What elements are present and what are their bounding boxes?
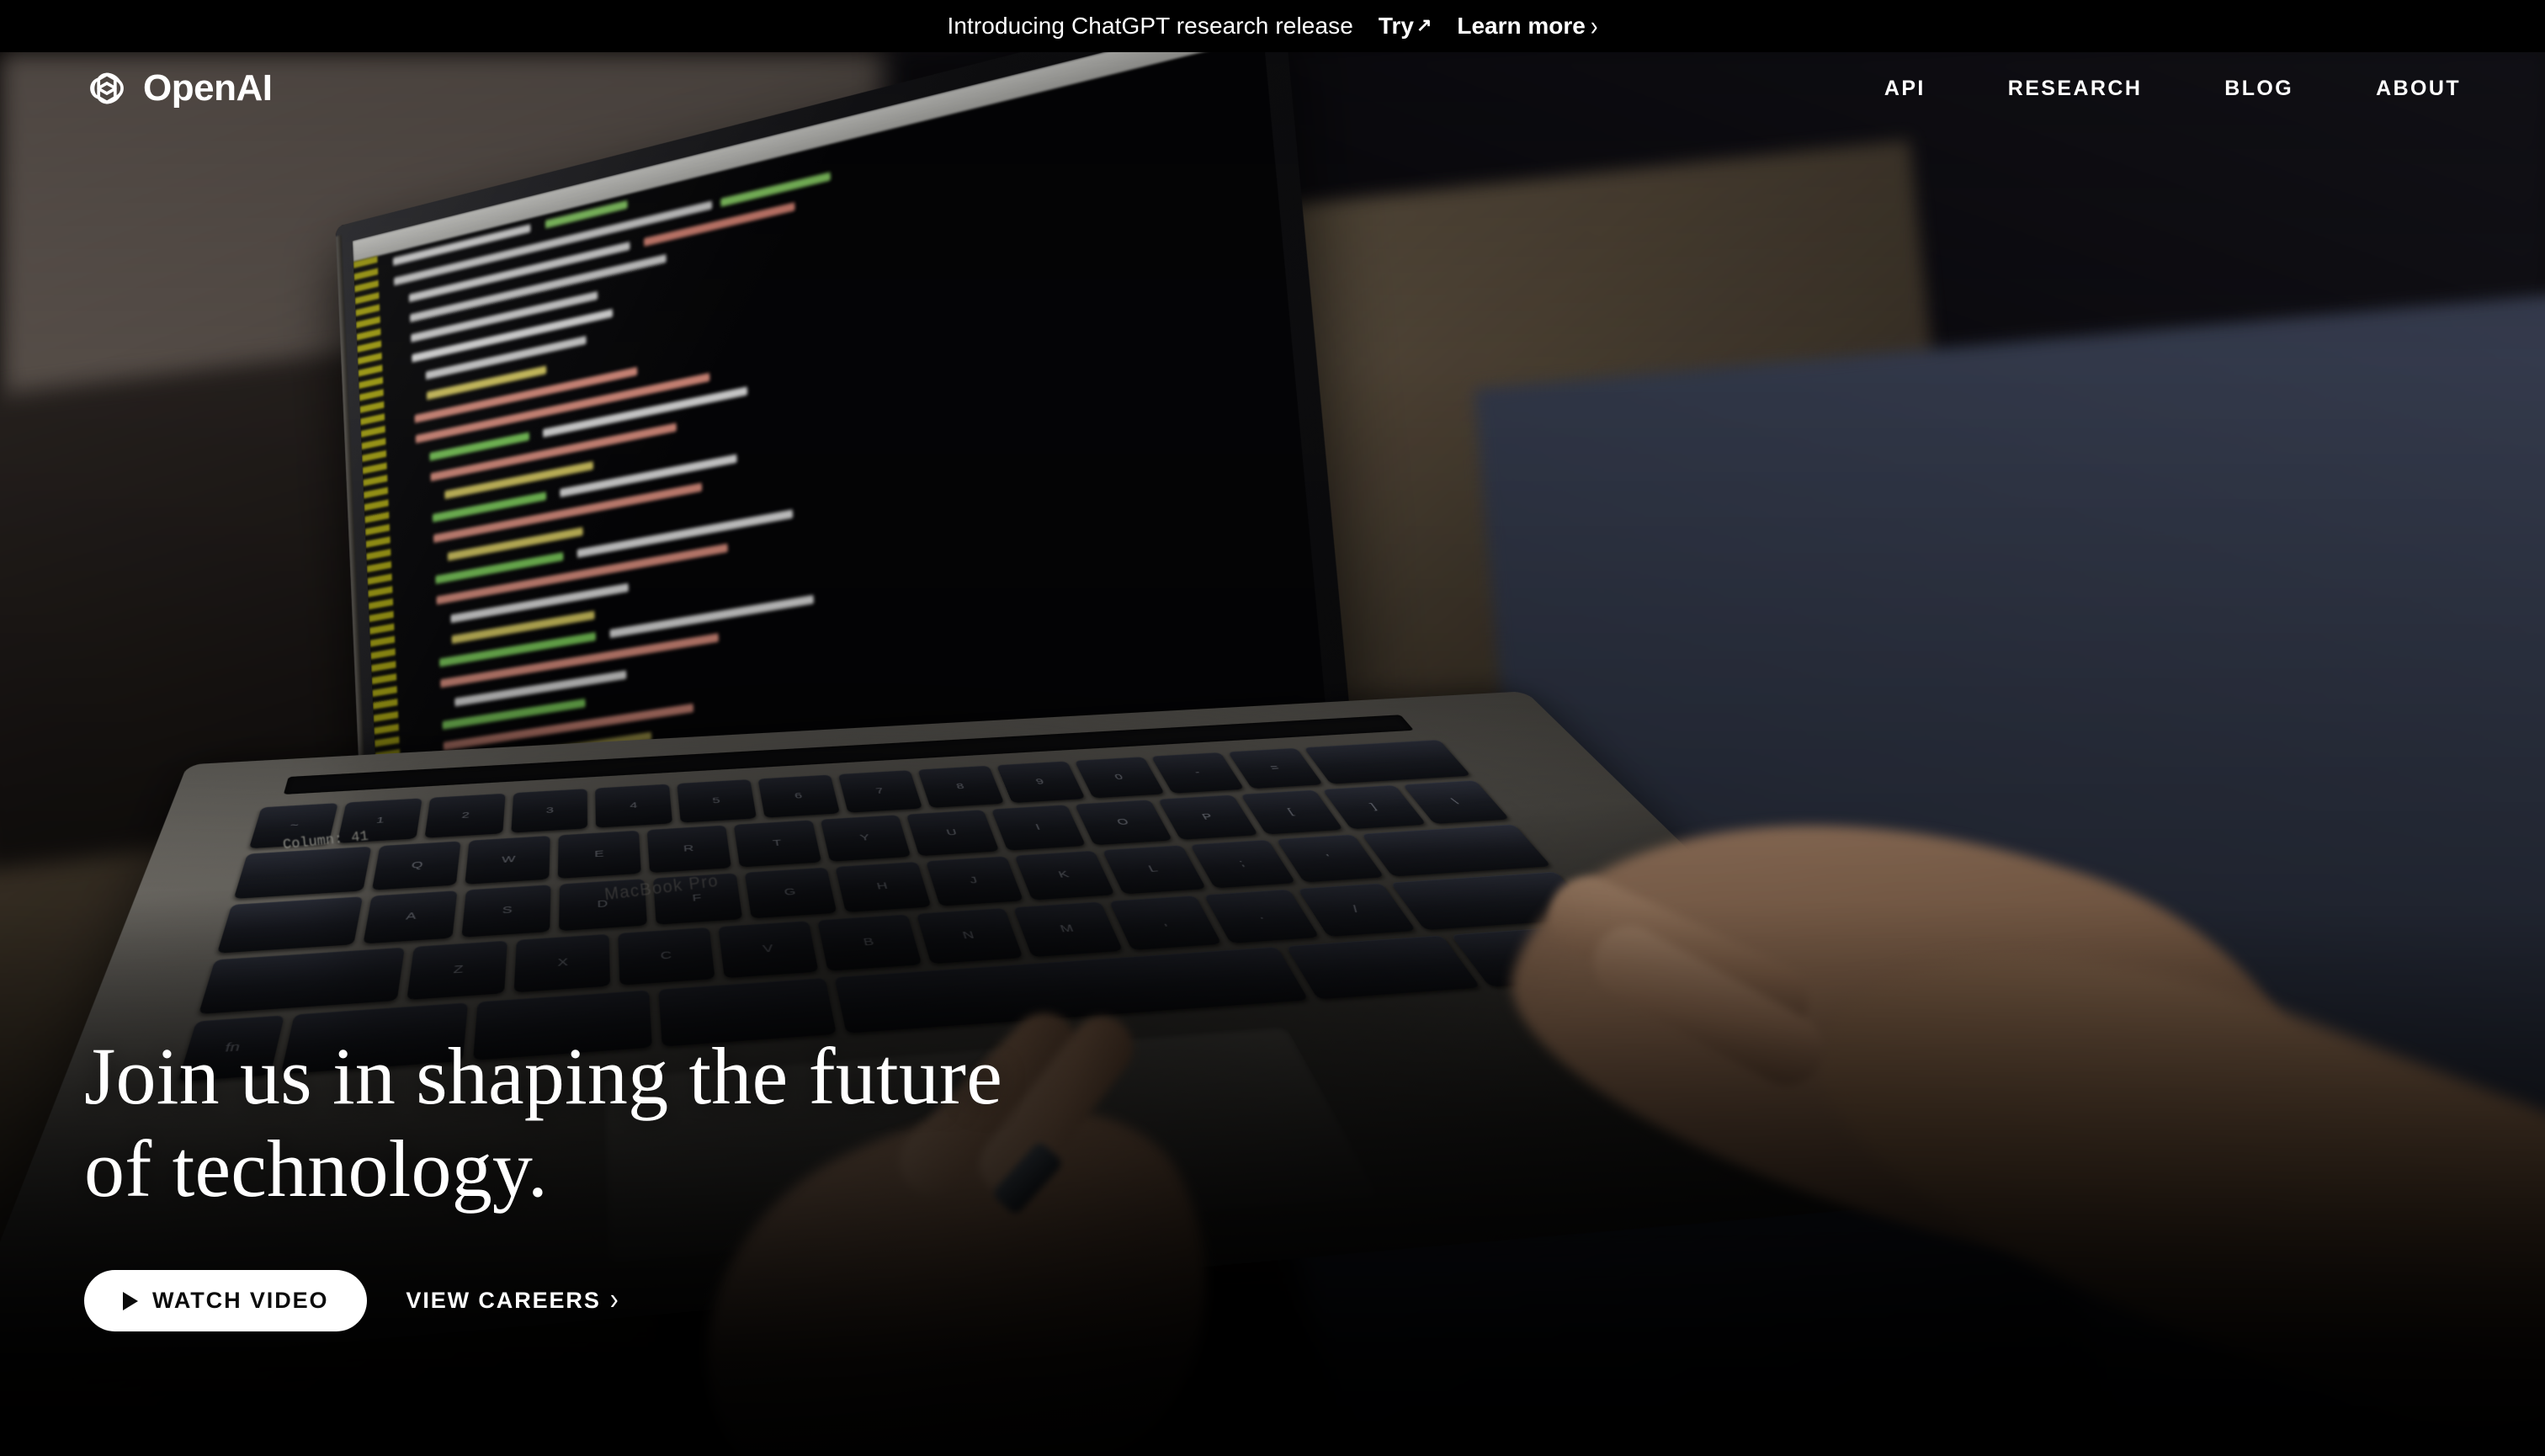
nav-item-about[interactable]: ABOUT: [2376, 68, 2461, 109]
nav-item-blog[interactable]: BLOG: [2224, 68, 2293, 109]
hero-title-line-2: of technology.: [84, 1123, 549, 1214]
code-line: [720, 172, 832, 207]
main-navigation: API RESEARCH BLOG ABOUT: [1884, 68, 2461, 109]
watch-video-button[interactable]: WATCH VIDEO: [84, 1270, 368, 1331]
play-triangle-icon: [123, 1291, 138, 1310]
nav-item-research[interactable]: RESEARCH: [2008, 68, 2143, 109]
hero-copy-block: Join us in shaping the future of technol…: [84, 1030, 1002, 1331]
hero-actions: WATCH VIDEO VIEW CAREERS ›: [84, 1270, 1002, 1331]
hero-title-line-1: Join us in shaping the future: [84, 1031, 1003, 1122]
announcement-banner: Introducing ChatGPT research release Try…: [0, 0, 2545, 52]
brand-name: OpenAI: [143, 67, 273, 109]
view-careers-link[interactable]: VIEW CAREERS ›: [406, 1283, 619, 1316]
brand-home-link[interactable]: OpenAI: [84, 66, 273, 111]
announcement-try-link[interactable]: Try ↗: [1379, 13, 1432, 40]
announcement-text: Introducing ChatGPT research release: [947, 13, 1353, 39]
nav-item-api[interactable]: API: [1884, 68, 1926, 109]
openai-blossom-logo-icon: [84, 66, 130, 111]
announcement-learn-more-label: Learn more: [1457, 13, 1586, 39]
chevron-right-icon: ›: [609, 1282, 620, 1316]
hero-section: ~1234567890-=QWERTYUIOP[]\ASDFGHJKL;'ZXC…: [0, 52, 2545, 1456]
chevron-right-icon: ›: [1590, 9, 1598, 41]
site-header: OpenAI API RESEARCH BLOG ABOUT: [0, 52, 2545, 125]
announcement-try-label: Try: [1378, 13, 1414, 39]
code-line: [609, 594, 815, 639]
code-line: [425, 336, 587, 380]
code-line: [560, 454, 737, 497]
page-title: Join us in shaping the future of technol…: [84, 1030, 1002, 1214]
announcement-learn-more-link[interactable]: Learn more ›: [1457, 9, 1598, 41]
arrow-up-right-icon: ↗: [1416, 14, 1432, 35]
view-careers-label: VIEW CAREERS: [406, 1288, 601, 1313]
code-line: [643, 202, 795, 247]
watch-video-label: WATCH VIDEO: [152, 1288, 329, 1313]
